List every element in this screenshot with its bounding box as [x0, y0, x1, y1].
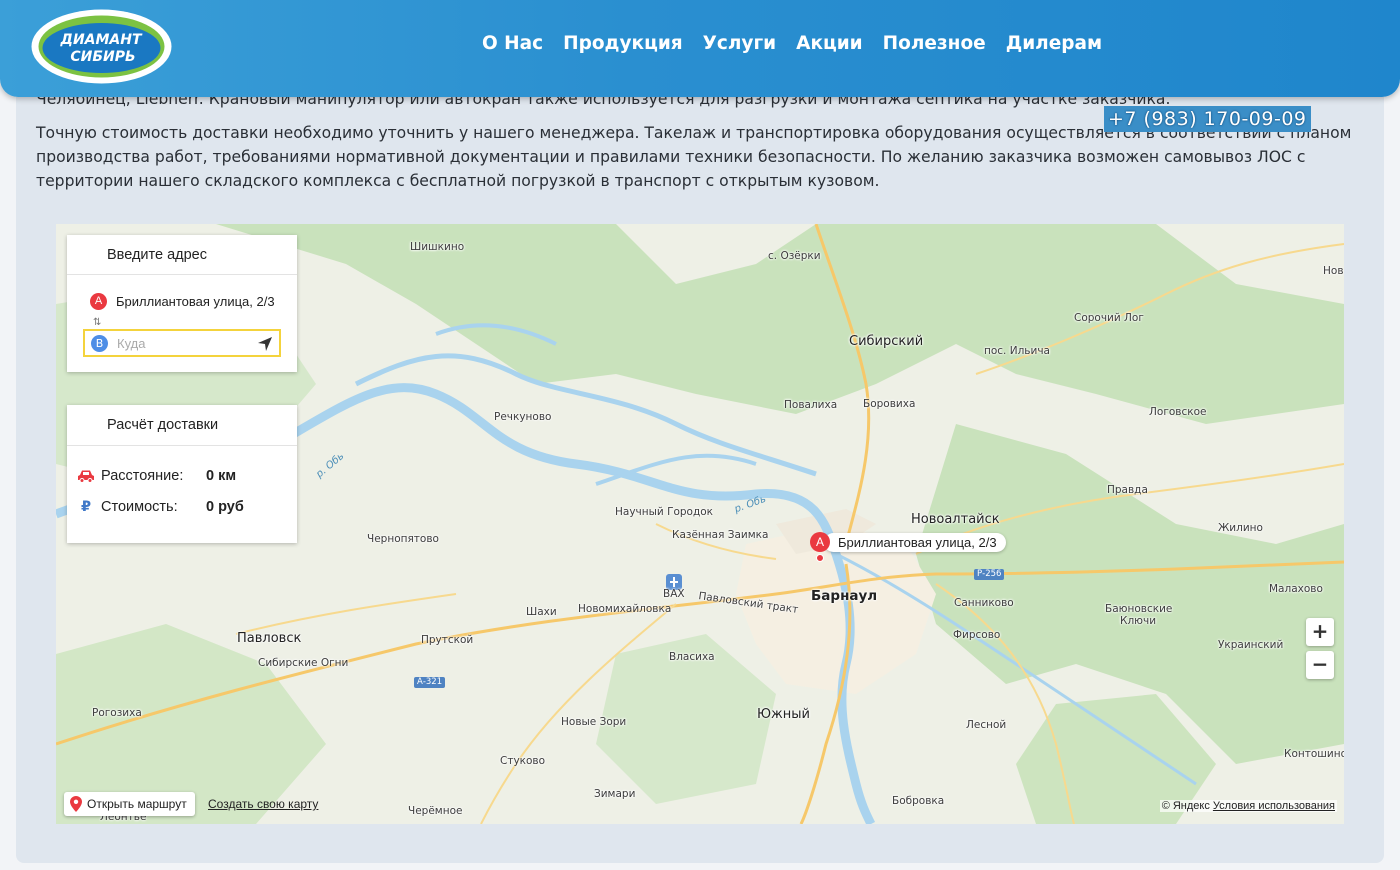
- placemark-a[interactable]: A Бриллиантовая улица, 2/3: [810, 532, 1006, 562]
- map-label: Черёмное: [408, 805, 463, 817]
- zoom-out-button[interactable]: −: [1306, 651, 1334, 679]
- map-label: Стуково: [500, 755, 546, 767]
- map-label: Научный Городок: [615, 506, 714, 518]
- cost-value: 0 руб: [206, 499, 244, 515]
- map-pin-icon: [70, 796, 82, 812]
- logo[interactable]: ДИАМАНТ СИБИРЬ: [30, 8, 173, 85]
- zoom-in-button[interactable]: +: [1306, 618, 1334, 646]
- map-label: Бобровка: [892, 795, 945, 807]
- logo-emblem: ДИАМАНТ СИБИРЬ: [31, 9, 172, 84]
- placemark-dot-icon: [816, 554, 824, 562]
- terms-link[interactable]: Условия использования: [1213, 800, 1335, 812]
- map-label: Фирсово: [953, 629, 1001, 641]
- point-b-icon: B: [91, 334, 108, 352]
- ruble-icon: ₽: [80, 499, 92, 515]
- map-label: Санниково: [954, 597, 1014, 609]
- logo-text-2: СИБИРЬ: [70, 49, 135, 65]
- map-label: Ключи: [1120, 615, 1157, 627]
- site-header: ДИАМАНТ СИБИРЬ О Нас Продукция Услуги Ак…: [0, 0, 1400, 97]
- logo-text-1: ДИАМАНТ: [59, 32, 143, 48]
- cost-row: ₽ Стоимость: 0 руб: [77, 499, 244, 515]
- open-route-button[interactable]: Открыть маршрут: [64, 792, 195, 816]
- map-copyright: © Яндекс Условия использования: [1159, 800, 1337, 812]
- distance-value: 0 км: [206, 468, 237, 484]
- main-nav: О Нас Продукция Услуги Акции Полезное Ди…: [482, 33, 1122, 54]
- create-map-link[interactable]: Создать свою карту: [208, 797, 318, 811]
- map-label: ВАХ: [663, 588, 685, 600]
- placemark-pin-icon: A: [810, 532, 830, 552]
- map-label: Сорочий Лог: [1074, 312, 1144, 324]
- address-panel-title: Введите адрес: [67, 235, 297, 275]
- map-label: Малахово: [1269, 583, 1323, 595]
- map-label: Шахи: [526, 606, 557, 618]
- map-label: Баюновские: [1105, 603, 1173, 615]
- destination-input[interactable]: [117, 335, 247, 351]
- map-label-city: Барнаул: [811, 588, 878, 604]
- nav-useful[interactable]: Полезное: [883, 33, 986, 54]
- map-label: Новые Зори: [561, 716, 627, 728]
- delivery-map[interactable]: Шишкино с. Озёрки Нов Сорочий Лог Сибирс…: [56, 224, 1344, 824]
- geolocation-arrow-icon[interactable]: [257, 336, 273, 352]
- road-badge: Р-256: [974, 569, 1005, 580]
- map-label: Власиха: [669, 651, 715, 663]
- point-a-icon: A: [90, 293, 107, 310]
- nav-about[interactable]: О Нас: [482, 33, 543, 54]
- map-label: Рогозиха: [92, 707, 142, 719]
- map-label: Новомихайловка: [578, 603, 672, 615]
- point-a-row[interactable]: A Бриллиантовая улица, 2/3: [90, 293, 275, 310]
- distance-label: Расстояние:: [101, 468, 184, 484]
- phone-number[interactable]: +7 (983) 170-09-09: [1104, 106, 1311, 132]
- swap-points-icon[interactable]: ⇅: [93, 317, 101, 328]
- map-label: Южный: [757, 707, 810, 722]
- car-icon: [78, 470, 94, 483]
- map-label: Жилино: [1218, 522, 1263, 534]
- calc-panel-title: Расчёт доставки: [67, 405, 297, 446]
- map-label: Логовское: [1149, 406, 1207, 418]
- map-label: Украинский: [1218, 639, 1284, 651]
- map-label: Лесной: [966, 719, 1007, 731]
- distance-row: Расстояние: 0 км: [77, 468, 236, 484]
- cost-label: Стоимость:: [101, 499, 178, 515]
- map-label: Речкуново: [494, 411, 552, 423]
- nav-promotions[interactable]: Акции: [796, 33, 863, 54]
- delivery-calc-panel: Расчёт доставки Расстояние: 0 км ₽ Стоим…: [67, 405, 297, 543]
- map-label: с. Озёрки: [768, 250, 821, 262]
- nav-products[interactable]: Продукция: [563, 33, 683, 54]
- map-label: Зимари: [594, 788, 636, 800]
- map-label: Шишкино: [410, 241, 465, 253]
- map-label: Казённая Заимка: [672, 529, 769, 541]
- placemark-label: Бриллиантовая улица, 2/3: [824, 532, 1006, 552]
- map-label: Повалиха: [784, 399, 838, 411]
- map-label: Сибирский: [849, 334, 924, 349]
- map-label: пос. Ильича: [984, 345, 1050, 357]
- copyright-text: © Яндекс: [1161, 800, 1210, 812]
- map-label: Чернопятово: [367, 533, 439, 545]
- map-label: Боровиха: [863, 398, 916, 410]
- nav-dealers[interactable]: Дилерам: [1006, 33, 1102, 54]
- map-label: Павловск: [237, 631, 302, 646]
- map-label: Сибирские Огни: [258, 657, 349, 669]
- map-label: Новоалтайск: [911, 512, 1000, 527]
- point-b-field[interactable]: B: [83, 329, 281, 357]
- open-route-label: Открыть маршрут: [87, 797, 187, 811]
- map-label: Нов: [1323, 265, 1344, 277]
- nav-services[interactable]: Услуги: [703, 33, 776, 54]
- map-label: Контошино: [1284, 748, 1344, 760]
- map-label: Прутской: [421, 634, 474, 646]
- address-panel: Введите адрес A Бриллиантовая улица, 2/3…: [67, 235, 297, 372]
- map-label: Правда: [1107, 484, 1148, 496]
- road-badge: А-321: [414, 677, 446, 688]
- point-a-address: Бриллиантовая улица, 2/3: [116, 294, 275, 309]
